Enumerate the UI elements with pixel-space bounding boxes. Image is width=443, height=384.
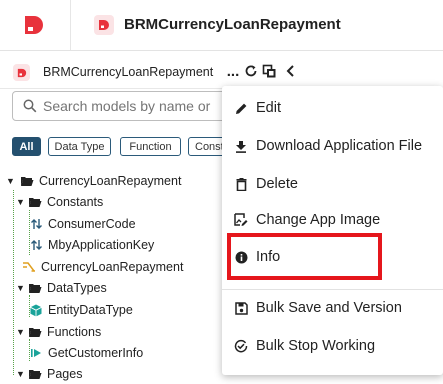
app-icon (94, 15, 114, 35)
tree-item-consumer-code[interactable]: ConsumerCode (29, 214, 136, 234)
caret-down-icon[interactable]: ▼ (16, 369, 25, 379)
download-icon (234, 139, 248, 153)
tree-label: ConsumerCode (48, 217, 136, 231)
filter-data-type[interactable]: Data Type (48, 137, 111, 156)
context-menu: Edit Download Application File Delete Ch… (222, 86, 443, 375)
stop-working-icon (234, 339, 248, 353)
tree-item-constants[interactable]: ▼ Constants (14, 192, 103, 212)
panel-header: BRMCurrencyLoanRepayment ... (0, 56, 305, 89)
folder-open-icon (28, 195, 42, 209)
swap-arrows-icon (29, 238, 43, 252)
top-bar: BRMCurrencyLoanRepayment (0, 0, 443, 51)
tree-item-get-customer-info[interactable]: GetCustomerInfo (29, 343, 143, 363)
menu-label: Delete (256, 176, 298, 192)
refresh-icon[interactable] (242, 60, 260, 82)
menu-label: Bulk Save and Version (256, 300, 402, 316)
tree-item-model[interactable]: CurrencyLoanRepayment (22, 257, 183, 277)
tree-label: MbyApplicationKey (48, 238, 155, 252)
logo[interactable] (0, 0, 71, 50)
tree-item-functions[interactable]: ▼ Functions (14, 322, 101, 342)
more-options-button[interactable]: ... (224, 60, 242, 82)
tree-label: DataTypes (47, 281, 107, 295)
folder-open-icon (28, 281, 42, 295)
menu-label: Download Application File (256, 138, 423, 154)
brand-logo-icon (25, 16, 43, 34)
folder-open-icon (28, 367, 42, 381)
filter-function[interactable]: Function (120, 137, 181, 156)
menu-item-download[interactable]: Download Application File (222, 128, 443, 164)
image-edit-icon (234, 213, 248, 227)
tree-item-datatypes[interactable]: ▼ DataTypes (14, 278, 107, 298)
menu-label: Info (256, 249, 281, 265)
tree-label: Functions (47, 325, 102, 339)
tree-label: GetCustomerInfo (48, 346, 144, 360)
info-icon (234, 250, 248, 264)
tree-label: CurrencyLoanRepayment (41, 260, 184, 274)
menu-label: Change App Image (256, 212, 381, 228)
menu-item-info[interactable]: Info (222, 239, 443, 275)
caret-down-icon[interactable]: ▼ (16, 327, 25, 337)
menu-item-bulk-save[interactable]: Bulk Save and Version (222, 290, 443, 326)
folder-open-icon (28, 325, 42, 339)
collapse-chevron-icon[interactable] (281, 60, 299, 82)
search-icon (23, 99, 37, 113)
filter-all[interactable]: All (12, 137, 41, 156)
copy-icon[interactable] (260, 60, 278, 82)
menu-label: Edit (256, 100, 281, 116)
app-icon (13, 64, 30, 81)
tree-label: EntityDataType (48, 303, 133, 317)
trash-icon (234, 177, 248, 191)
caret-down-icon[interactable]: ▼ (6, 176, 15, 186)
save-icon (234, 301, 248, 315)
caret-down-icon[interactable]: ▼ (16, 283, 25, 293)
tree-label: Constants (47, 195, 104, 209)
tree-item-pages[interactable]: ▼ Pages (14, 364, 82, 384)
menu-item-change-app-image[interactable]: Change App Image (222, 202, 443, 238)
caret-down-icon[interactable]: ▼ (16, 197, 25, 207)
tree-label: CurrencyLoanRepayment (39, 174, 182, 188)
panel-app-name[interactable]: BRMCurrencyLoanRepayment (43, 65, 213, 79)
menu-item-edit[interactable]: Edit (222, 90, 443, 126)
menu-label: Bulk Stop Working (256, 338, 376, 354)
swap-arrows-icon (29, 217, 43, 231)
tree-item-root[interactable]: ▼ CurrencyLoanRepayment (4, 171, 181, 191)
function-play-icon (29, 346, 43, 360)
tree-item-entity-data-type[interactable]: EntityDataType (29, 300, 133, 320)
menu-item-bulk-stop[interactable]: Bulk Stop Working (222, 328, 443, 364)
app-title: BRMCurrencyLoanRepayment (124, 16, 341, 33)
folder-open-icon (20, 174, 34, 188)
cube-icon (29, 303, 43, 317)
pencil-icon (234, 101, 248, 115)
menu-item-delete[interactable]: Delete (222, 166, 443, 202)
flow-model-icon (22, 260, 36, 274)
tree-label: Pages (47, 367, 83, 381)
tree-item-mby-application-key[interactable]: MbyApplicationKey (29, 235, 154, 255)
